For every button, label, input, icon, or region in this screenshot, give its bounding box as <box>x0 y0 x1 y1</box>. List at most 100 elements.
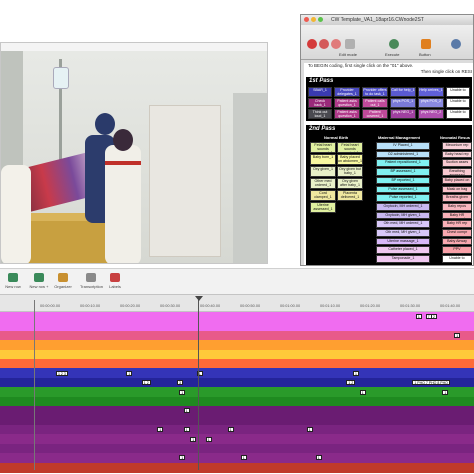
timeline-ruler[interactable]: 00:00:00.00 00:00:10.00 00:00:20.00 00:00:3… <box>0 294 474 312</box>
second-pass-code-button[interactable]: Patient repositioned_1 <box>376 159 430 168</box>
second-pass-code-button[interactable]: Fetal heart sounds reported_1 <box>337 142 363 153</box>
new-row-plus-button[interactable]: New row + <box>28 273 50 289</box>
timeline-event-marker[interactable]: 1 <box>205 436 212 442</box>
timeline-event-marker[interactable]: 1 <box>183 408 190 414</box>
timeline-event-marker[interactable]: 1 2 3 <box>56 370 68 376</box>
button-tool-icon[interactable] <box>421 39 431 49</box>
first-pass-code-button[interactable]: phys NEG_2 <box>418 109 444 119</box>
second-pass-code-button[interactable]: Breaths given <box>442 194 472 202</box>
second-pass-code-button[interactable]: IV Placed_1 <box>376 142 430 150</box>
timeline-event-marker[interactable]: 1 2 <box>141 380 151 386</box>
second-pass-code-button[interactable]: Pulse assessed_1 <box>376 185 430 194</box>
timeline-event-marker[interactable]: 1 <box>240 455 247 461</box>
execute-icon[interactable] <box>389 39 399 49</box>
first-pass-code-button[interactable]: Patient asks question_1 <box>334 109 360 119</box>
new-row-button[interactable]: New row <box>2 273 24 289</box>
stop-icon[interactable] <box>319 39 329 49</box>
second-pass-code-button[interactable]: Uterine massage_1 <box>376 237 430 246</box>
playhead-handle[interactable] <box>195 296 203 301</box>
first-pass-code-button[interactable]: phys POS_2 <box>418 98 444 108</box>
second-pass-code-button[interactable]: Fetal heart sounds assessed_1 <box>310 142 336 153</box>
first-pass-code-button[interactable]: Patient asks question_1 <box>334 98 360 108</box>
labels-button[interactable]: Labels <box>104 273 126 289</box>
playhead-line[interactable] <box>198 296 199 470</box>
close-button[interactable] <box>304 17 309 22</box>
second-pass-code-button[interactable]: Oth med, MH ordered_1 <box>376 220 430 228</box>
second-pass-code-button[interactable]: Baby Airway <box>442 237 472 246</box>
timeline-event-marker[interactable]: 2 <box>430 314 437 320</box>
second-pass-code-button[interactable]: Catheter placed_1 <box>376 246 430 255</box>
second-pass-code-button[interactable]: Breathing assessed <box>442 168 472 176</box>
timeline-event-marker[interactable]: 1 <box>442 389 449 395</box>
second-pass-code-button[interactable]: O2 administered_1 <box>376 150 430 159</box>
first-pass-code-button[interactable]: Patient covered_1 <box>362 109 388 119</box>
second-pass-code-button[interactable]: BP reported_1 <box>376 176 430 185</box>
record-icon[interactable] <box>307 39 317 49</box>
first-pass-code-button[interactable]: Unable to <box>446 87 470 97</box>
edit-mode-icon[interactable] <box>345 39 355 49</box>
second-pass-code-button[interactable]: Cord clamped_1 <box>310 190 336 201</box>
first-pass-code-button[interactable]: Provider delegates_1 <box>334 87 360 97</box>
second-pass-code-button[interactable]: Other med ordered_1 <box>310 178 336 189</box>
second-pass-code-button[interactable]: Chest compr <box>442 229 472 237</box>
first-pass-code-button[interactable]: Provider offers to do task_1 <box>362 87 388 97</box>
zoom-button[interactable] <box>318 17 323 22</box>
organizer-button[interactable]: Organizer <box>52 273 74 289</box>
second-pass-code-button[interactable]: Mask on bag <box>442 185 472 194</box>
second-pass-code-button[interactable]: Pulse reported_1 <box>376 194 430 202</box>
first-pass-code-button[interactable]: Think out loud_1 <box>308 109 332 119</box>
timeline-event-marker[interactable]: 7 <box>425 314 432 320</box>
timeline-event-marker[interactable]: 1 <box>353 370 359 376</box>
second-pass-code-button[interactable]: Oxy given_1 <box>310 166 336 177</box>
second-pass-code-button[interactable]: Baby HR rep <box>442 220 472 228</box>
second-pass-code-button[interactable]: PPV <box>442 246 472 255</box>
second-pass-code-button[interactable]: Baby placed on <box>442 176 472 185</box>
first-pass-code-button[interactable]: Patient calls out_1 <box>362 98 388 108</box>
second-pass-code-button[interactable]: Oxytocin, MH given_1 <box>376 211 430 220</box>
first-pass-code-button[interactable]: Check back_1 <box>308 98 332 108</box>
first-pass-code-button[interactable]: phys POS_1 <box>390 98 416 108</box>
timeline-event-marker[interactable]: 1 <box>183 427 190 433</box>
first-pass-code-button[interactable]: Help arrives_1 <box>418 87 444 97</box>
second-pass-code-button[interactable]: Placenta delivered_1 <box>337 190 363 201</box>
second-pass-code-button[interactable]: BP assessed_1 <box>376 168 430 176</box>
first-pass-code-button[interactable]: Unable to <box>446 98 470 108</box>
timeline-track[interactable] <box>0 462 474 473</box>
timeline-event-marker[interactable]: 1 <box>126 370 133 376</box>
more-tool-icon[interactable] <box>451 39 461 49</box>
timeline-event-marker[interactable]: 1 <box>454 333 461 339</box>
timeline-event-marker[interactable]: 1 PHO 7 PHO 8 PHO <box>412 380 450 386</box>
second-pass-code-button[interactable]: Baby HR assessed <box>442 211 472 220</box>
timeline-event-marker[interactable]: 1 <box>190 436 197 442</box>
timeline-event-marker[interactable]: 1 <box>179 455 186 461</box>
timeline-event-marker[interactable]: 1 <box>179 389 186 395</box>
timeline-event-marker[interactable]: 1 <box>315 455 322 461</box>
timeline-event-marker[interactable]: 3 <box>177 380 183 386</box>
second-pass-code-button[interactable]: Unable to <box>442 255 472 263</box>
transcription-button[interactable]: Transcription <box>80 273 103 289</box>
second-pass-code-button[interactable]: Baby head rep <box>442 150 472 159</box>
minimize-button[interactable] <box>311 17 316 22</box>
first-pass-code-button[interactable]: phys NEG_1 <box>390 109 416 119</box>
timeline-event-marker[interactable]: 1 <box>415 314 422 320</box>
second-pass-code-button[interactable]: Baby placed on abdomen_1 <box>337 154 363 165</box>
timeline-event-marker[interactable]: 1 <box>227 427 234 433</box>
second-pass-code-button[interactable]: Meconium rep <box>442 142 472 150</box>
first-pass-code-button[interactable]: Call for help_1 <box>390 87 416 97</box>
timeline-event-marker[interactable]: 1 <box>359 389 366 395</box>
timeline-event-marker[interactable]: 1 2 <box>346 380 356 386</box>
video-player[interactable] <box>0 42 268 264</box>
first-pass-code-button[interactable]: Unable to <box>446 109 470 119</box>
pause-icon[interactable] <box>331 39 341 49</box>
timeline-event-marker[interactable]: 1 <box>306 427 313 433</box>
timeline-event-marker[interactable]: 1 <box>157 427 164 433</box>
second-pass-code-button[interactable]: Oxytocin, MH ordered_1 <box>376 202 430 211</box>
first-pass-code-button[interactable]: SBAR_1 <box>308 87 332 97</box>
second-pass-code-button[interactable]: Oxy given after baby_1 <box>337 178 363 189</box>
second-pass-code-button[interactable]: Suction asses <box>442 159 472 168</box>
second-pass-code-button[interactable]: Oxy given but baby_1 <box>337 166 363 177</box>
second-pass-code-button[interactable]: Baby repos <box>442 202 472 211</box>
second-pass-code-button[interactable]: Tamponade_1 <box>376 255 430 263</box>
second-pass-code-button[interactable]: Baby born_1 <box>310 154 336 165</box>
second-pass-code-button[interactable]: Oth med, MH given_1 <box>376 229 430 237</box>
